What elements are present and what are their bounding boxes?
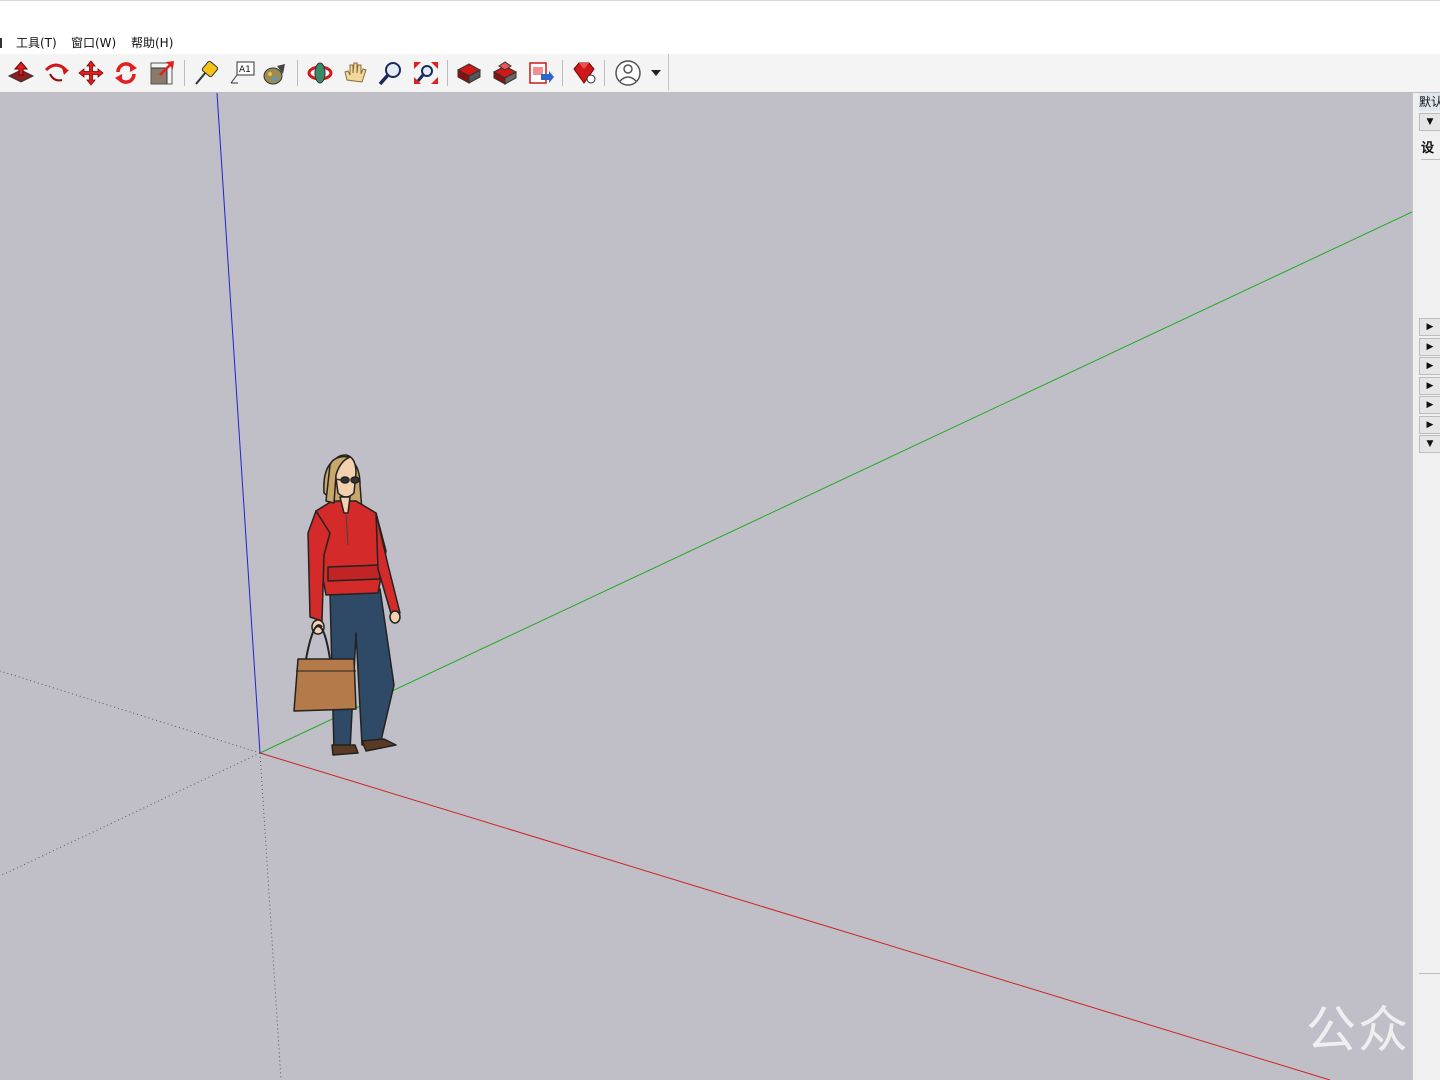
default-tray-panel: 默认 ▼ 设 ▶ ▶ ▶ ▶ ▶ ▶ ▼ [1412, 93, 1440, 1080]
menu-tools[interactable]: 工具(T) [16, 34, 57, 51]
chevron-down-icon: ▼ [1426, 117, 1434, 127]
negative-green-axis [0, 752, 261, 877]
chevron-right-icon: ▶ [1426, 361, 1434, 371]
chevron-right-icon: ▶ [1426, 420, 1434, 430]
blue-axis [216, 93, 261, 754]
watermark-text: 公众号 [1306, 1001, 1412, 1059]
chevron-right-icon: ▶ [1426, 342, 1434, 352]
tray-section-3[interactable]: ▶ [1419, 357, 1440, 375]
extension-warehouse-icon[interactable] [490, 58, 520, 88]
toolbar-separator [447, 60, 448, 86]
tape-measure-icon[interactable] [191, 58, 221, 88]
account-icon[interactable] [612, 58, 664, 88]
zoom-icon[interactable] [376, 58, 406, 88]
follow-me-icon[interactable] [41, 58, 71, 88]
negative-red-axis [0, 670, 261, 754]
text-label-icon[interactable]: A1 [227, 58, 257, 88]
3d-viewport[interactable]: 公众号 [0, 93, 1412, 1080]
menu-window[interactable]: 窗口(W) [71, 34, 116, 51]
ruby-extension-icon[interactable] [569, 58, 599, 88]
pan-icon[interactable] [340, 58, 370, 88]
tray-section-1[interactable]: ▶ [1419, 318, 1440, 336]
tray-setting-label: 设 [1421, 141, 1435, 156]
tray-collapse-button[interactable]: ▼ [1419, 113, 1440, 131]
chevron-right-icon: ▶ [1426, 381, 1434, 391]
toolbar-frame: A1 [0, 54, 669, 91]
chevron-right-icon: ▶ [1426, 400, 1434, 410]
toolbar-separator [562, 60, 563, 86]
negative-blue-axis [259, 752, 282, 1080]
toolbar-separator [604, 60, 605, 86]
chevron-down-icon: ▼ [1426, 439, 1434, 449]
green-axis [259, 211, 1412, 754]
orbit-icon[interactable] [305, 58, 335, 88]
tray-title[interactable]: 默认 [1419, 93, 1440, 111]
push-pull-icon[interactable] [6, 58, 36, 88]
tray-section-2[interactable]: ▶ [1419, 338, 1440, 356]
zoom-extents-icon[interactable] [411, 58, 441, 88]
red-axis [259, 752, 1331, 1080]
chevron-right-icon: ▶ [1426, 322, 1434, 332]
rotate-icon[interactable] [111, 58, 141, 88]
tray-divider [1419, 973, 1440, 974]
window-titlebar [0, 0, 1440, 29]
tray-section-4[interactable]: ▶ [1419, 377, 1440, 395]
tray-section-7[interactable]: ▼ [1419, 435, 1440, 453]
tray-divider [1421, 159, 1440, 160]
tray-section-6[interactable]: ▶ [1419, 416, 1440, 434]
layout-send-icon[interactable] [526, 58, 556, 88]
scale-figure-person[interactable] [293, 454, 401, 756]
menu-help[interactable]: 帮助(H) [131, 34, 173, 51]
3d-warehouse-icon[interactable] [454, 58, 484, 88]
svg-text:A1: A1 [239, 65, 251, 75]
main-toolbar: A1 [0, 54, 1440, 93]
menu-edge-fragment [0, 38, 2, 48]
tray-section-5[interactable]: ▶ [1419, 396, 1440, 414]
scale-icon[interactable] [147, 58, 177, 88]
paint-bucket-icon[interactable] [260, 58, 290, 88]
menu-bar: 工具(T) 窗口(W) 帮助(H) [0, 28, 1440, 54]
toolbar-separator [297, 60, 298, 86]
move-icon[interactable] [76, 58, 106, 88]
scene-canvas[interactable] [0, 93, 1412, 1080]
toolbar-separator [184, 60, 185, 86]
